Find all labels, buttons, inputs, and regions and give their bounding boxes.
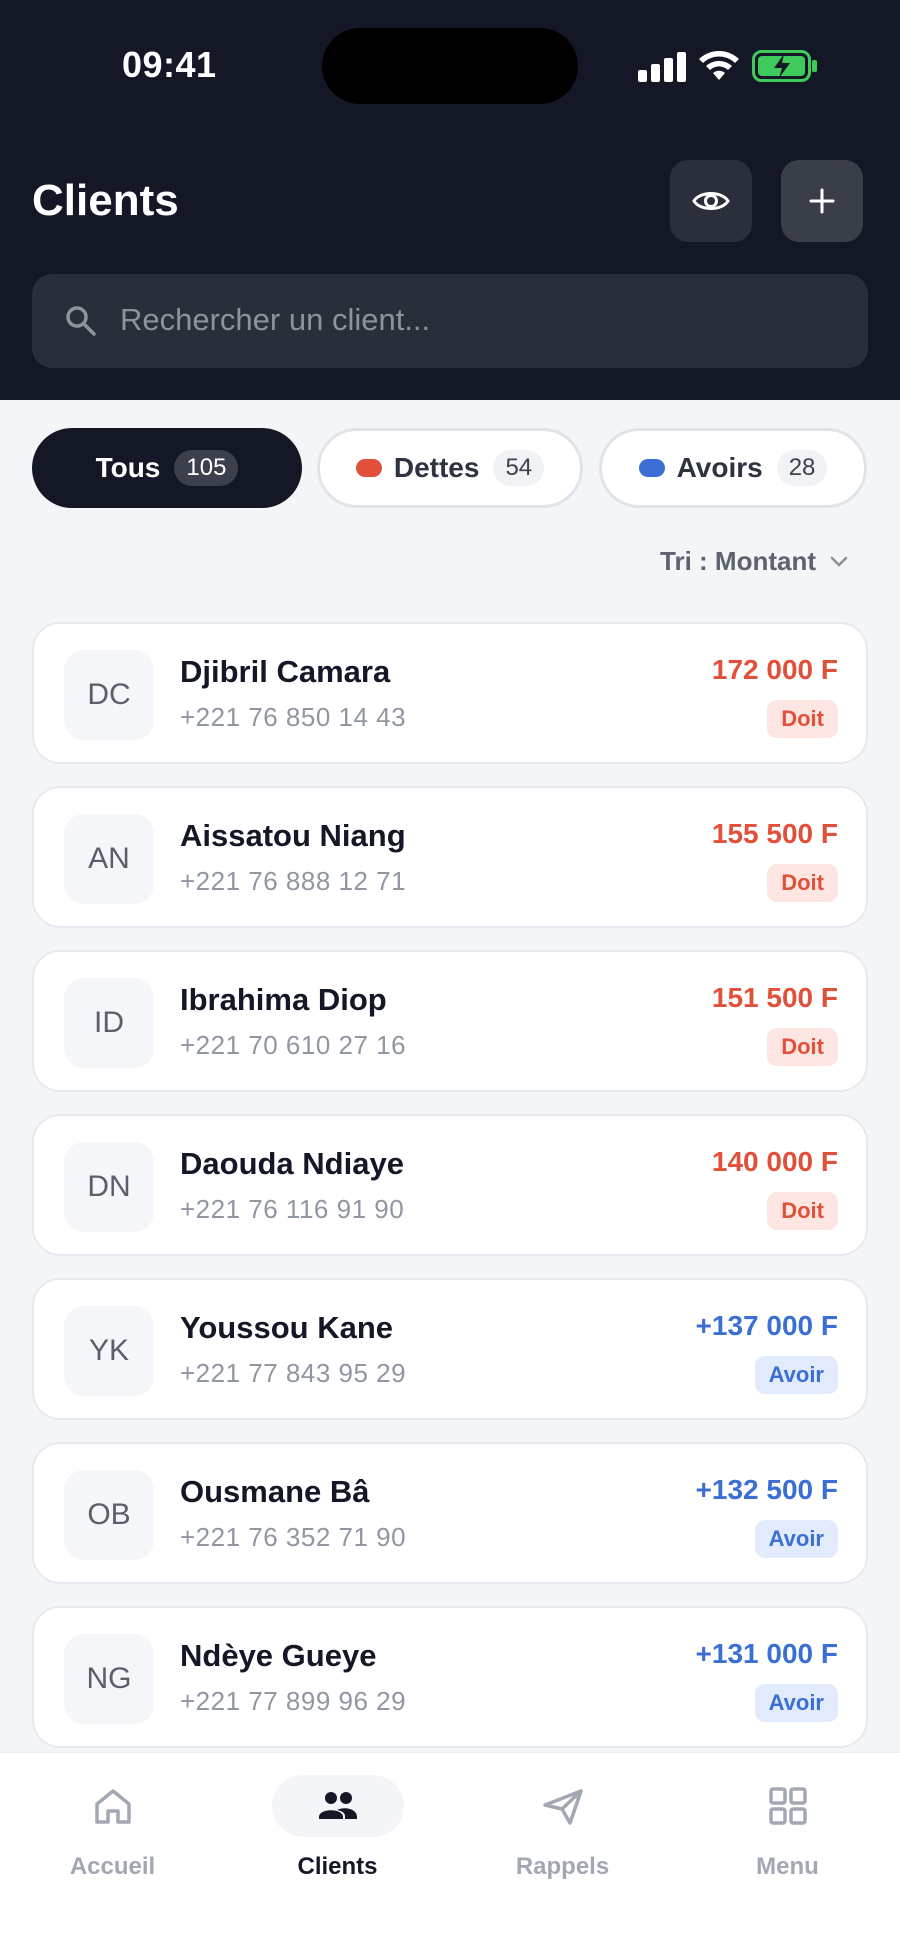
plus-icon <box>809 188 835 214</box>
filter-label: Tous <box>95 452 161 483</box>
grid-icon <box>768 1787 807 1825</box>
client-name: Aissatou Niang <box>180 818 406 853</box>
search-input[interactable]: Rechercher un client... <box>32 274 868 368</box>
client-balance: 172 000 F <box>711 654 838 685</box>
client-card[interactable]: YK Youssou Kane +221 77 843 95 29 +137 0… <box>32 1278 868 1420</box>
client-card[interactable]: NG Ndèye Gueye +221 77 899 96 29 +131 00… <box>32 1606 868 1748</box>
app-header: 09:41 Clients Rechercher un client... <box>0 0 900 400</box>
nav-accueil[interactable]: Accueil <box>0 1771 225 1911</box>
client-balance: 140 000 F <box>711 1146 838 1177</box>
client-name: Youssou Kane <box>180 1310 394 1345</box>
nav-rappels[interactable]: Rappels <box>450 1771 675 1911</box>
client-name: Djibril Camara <box>180 654 391 689</box>
status-badge: Avoir <box>754 1684 838 1722</box>
users-icon <box>318 1792 357 1819</box>
client-name: Ousmane Bâ <box>180 1474 370 1509</box>
nav-menu[interactable]: Menu <box>675 1771 900 1911</box>
avatar: ID <box>64 978 154 1068</box>
add-client-button[interactable] <box>781 160 863 242</box>
battery-icon <box>752 50 817 82</box>
client-name: Daouda Ndiaye <box>180 1146 404 1181</box>
status-bar: 09:41 <box>0 0 900 130</box>
client-balance: 155 500 F <box>711 818 838 849</box>
status-badge: Avoir <box>754 1520 838 1558</box>
nav-clients[interactable]: Clients <box>225 1771 450 1911</box>
nav-label: Accueil <box>69 1853 156 1880</box>
wifi-icon <box>699 51 739 80</box>
status-time: 09:41 <box>122 44 217 85</box>
eye-icon <box>692 192 730 210</box>
search-icon <box>66 306 96 336</box>
client-phone: +221 76 850 14 43 <box>180 702 407 732</box>
client-balance: 151 500 F <box>711 982 838 1013</box>
filter-count: 54 <box>493 450 545 486</box>
status-badge: Doit <box>767 1028 838 1066</box>
bottom-nav: Accueil Clients Rappels Menu <box>0 1752 900 1955</box>
filter-count: 105 <box>174 450 239 486</box>
status-badge: Avoir <box>754 1356 838 1394</box>
credit-dot <box>638 459 665 477</box>
client-phone: +221 77 899 96 29 <box>180 1686 407 1716</box>
avatar: AN <box>64 814 154 904</box>
filter-label: Avoirs <box>676 452 763 483</box>
filter-count: 28 <box>776 450 828 486</box>
client-balance: +132 500 F <box>695 1474 838 1505</box>
status-badge: Doit <box>767 864 838 902</box>
toggle-visibility-button[interactable] <box>670 160 752 242</box>
send-icon <box>542 1789 583 1825</box>
page-title: Clients <box>32 176 179 225</box>
filter-chips: Tous 105 Dettes 54 Avoirs 28 <box>32 428 868 508</box>
client-balance: +137 000 F <box>695 1310 838 1341</box>
filter-chip-all[interactable]: Tous 105 <box>32 428 302 508</box>
filter-label: Dettes <box>393 452 480 483</box>
client-card[interactable]: DC Djibril Camara +221 76 850 14 43 172 … <box>32 622 868 764</box>
client-card[interactable]: ID Ibrahima Diop +221 70 610 27 16 151 5… <box>32 950 868 1092</box>
nav-label: Clients <box>297 1853 378 1880</box>
sort-dropdown[interactable]: Tri : Montant <box>660 546 848 577</box>
client-phone: +221 76 116 91 90 <box>180 1194 405 1224</box>
client-card[interactable]: DN Daouda Ndiaye +221 76 116 91 90 140 0… <box>32 1114 868 1256</box>
nav-label: Menu <box>756 1853 819 1880</box>
chevron-down-icon <box>830 556 848 567</box>
signal-icon <box>638 52 686 82</box>
status-badge: Doit <box>767 700 838 738</box>
client-balance: +131 000 F <box>695 1638 838 1669</box>
client-phone: +221 70 610 27 16 <box>180 1030 407 1060</box>
dynamic-island <box>322 28 578 104</box>
avatar: OB <box>64 1470 154 1560</box>
filter-chip-debts[interactable]: Dettes 54 <box>317 428 583 508</box>
status-badge: Doit <box>767 1192 838 1230</box>
client-phone: +221 76 888 12 71 <box>180 866 407 896</box>
client-phone: +221 76 352 71 90 <box>180 1522 407 1552</box>
client-name: Ndèye Gueye <box>180 1638 377 1673</box>
client-card[interactable]: OB Ousmane Bâ +221 76 352 71 90 +132 500… <box>32 1442 868 1584</box>
nav-label: Rappels <box>515 1853 610 1880</box>
filter-chip-credits[interactable]: Avoirs 28 <box>599 428 867 508</box>
client-name: Ibrahima Diop <box>180 982 387 1017</box>
avatar: DC <box>64 650 154 740</box>
client-phone: +221 77 843 95 29 <box>180 1358 407 1388</box>
avatar: NG <box>64 1634 154 1724</box>
client-card[interactable]: AN Aissatou Niang +221 76 888 12 71 155 … <box>32 786 868 928</box>
sort-label: Tri : Montant <box>660 546 816 576</box>
avatar: YK <box>64 1306 154 1396</box>
avatar: DN <box>64 1142 154 1232</box>
debt-dot <box>355 459 382 477</box>
search-placeholder: Rechercher un client... <box>120 302 431 337</box>
home-icon <box>94 1789 131 1824</box>
